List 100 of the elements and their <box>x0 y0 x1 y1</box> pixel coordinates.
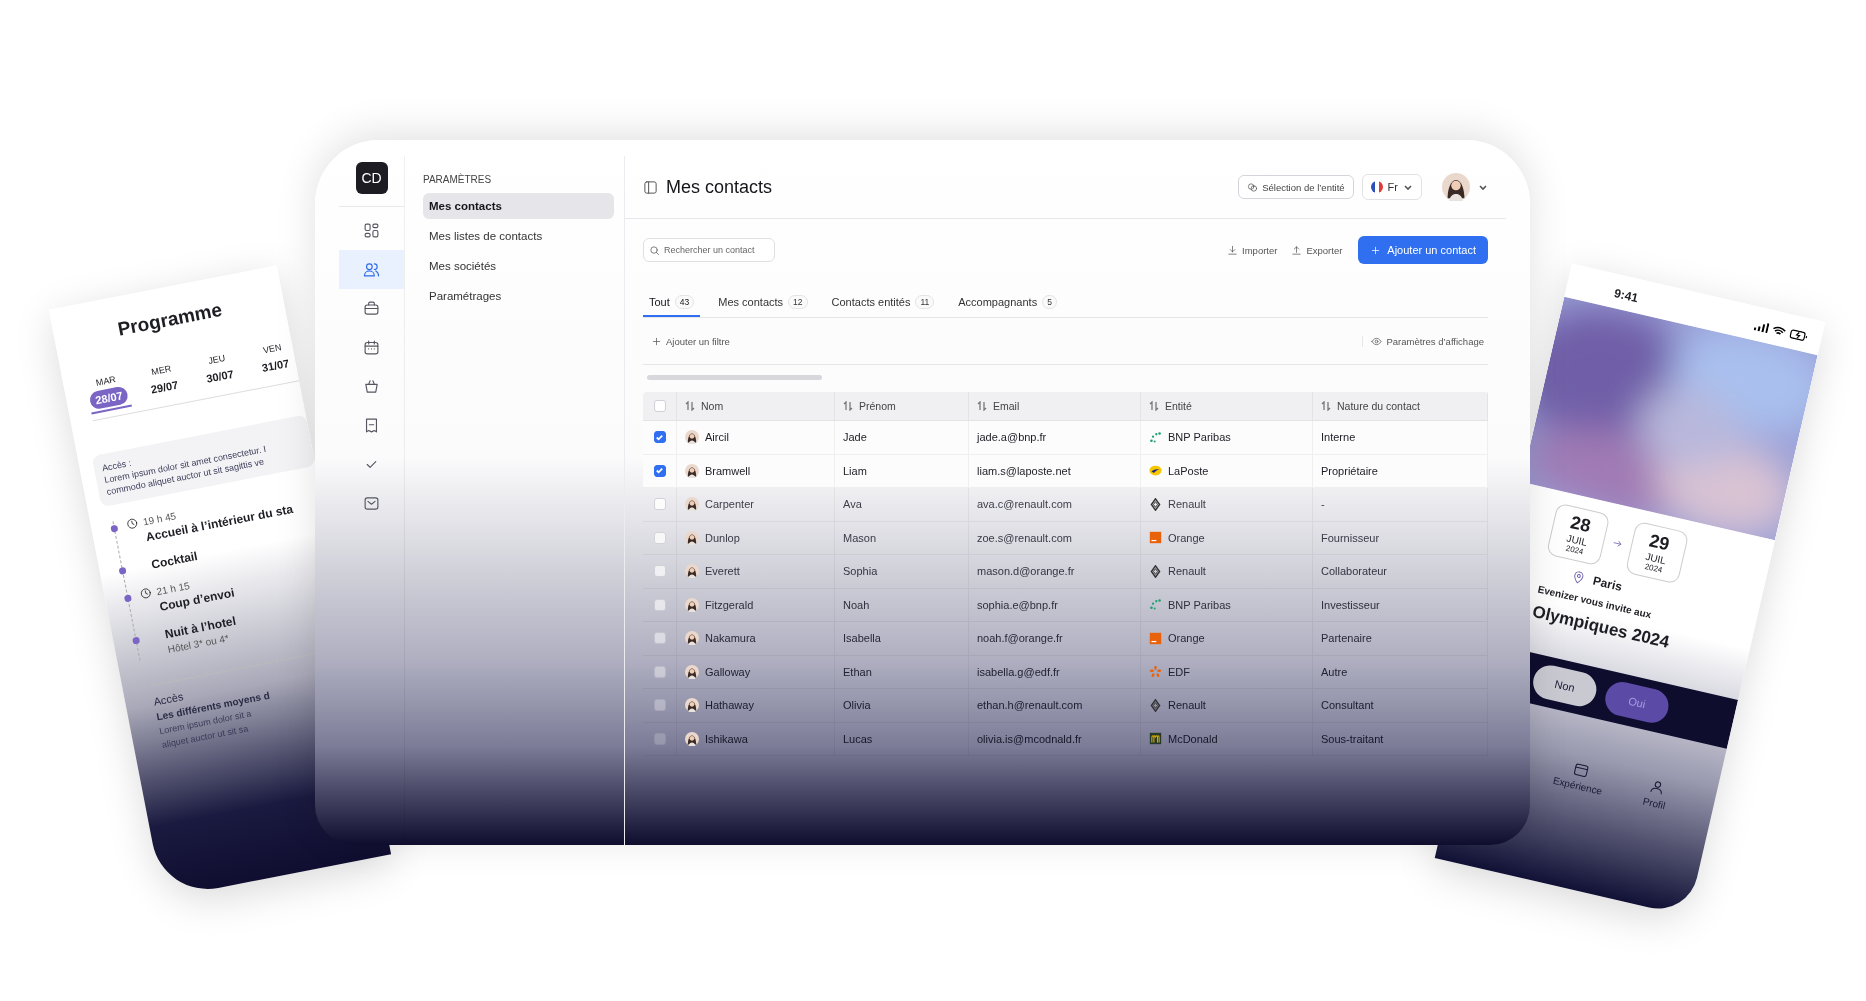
event-location: Paris <box>1591 573 1624 594</box>
table-cell: Fitzgerald <box>705 598 754 611</box>
table-cell: Ethan <box>843 665 872 678</box>
date-tab[interactable]: MER 29/07 <box>140 359 187 404</box>
table-cell: Mason <box>843 531 877 544</box>
table-cell: EDF <box>1168 665 1190 678</box>
screen-title: Programme <box>115 298 224 341</box>
table-cell: zoe.s@renault.com <box>977 531 1072 544</box>
language-dropdown[interactable]: Fr <box>1361 174 1422 200</box>
flower-icon <box>1149 665 1162 679</box>
table-cell: Fournisseur <box>1321 531 1380 544</box>
table-cell: Orange <box>1168 632 1205 645</box>
date-tab[interactable]: VEN 31/07 <box>251 338 298 383</box>
person-icon <box>685 430 699 445</box>
clock-icon <box>138 586 153 601</box>
caret-icon[interactable] <box>1478 182 1488 192</box>
person-icon <box>685 731 699 746</box>
table-cell: Sophia <box>843 565 878 578</box>
checkbox[interactable] <box>653 464 666 477</box>
sidebar-item[interactable]: Paramétrages <box>423 283 614 309</box>
search-field[interactable]: Rechercher un contact <box>643 238 775 262</box>
dots-icon <box>1149 598 1162 612</box>
sort-icon[interactable] <box>977 401 987 411</box>
add-contact-button[interactable]: Ajouter un contact <box>1358 236 1488 264</box>
table-cell: Orange <box>1168 531 1205 544</box>
person-icon <box>685 597 699 612</box>
sort-icon[interactable] <box>1321 401 1331 411</box>
page-title: Mes contacts <box>666 176 773 198</box>
table-cell: Dunlop <box>705 531 740 544</box>
table-cell: Liam <box>843 464 867 477</box>
export-button[interactable]: Exporter <box>1291 244 1343 256</box>
table-cell: sophia.e@bnp.fr <box>977 598 1058 611</box>
diamond-icon <box>1149 564 1162 578</box>
column-header: Email <box>993 400 1020 412</box>
table-cell: Interne <box>1321 431 1356 444</box>
table-cell: isabella.g@edf.fr <box>977 665 1060 678</box>
date-tab[interactable]: JEU 30/07 <box>195 348 243 393</box>
arches-icon <box>1149 732 1162 746</box>
display-settings-button[interactable]: Paramètres d’affichage <box>1371 335 1484 347</box>
event-title: Cocktail <box>150 549 199 573</box>
tab[interactable]: Tout 43 <box>643 289 701 317</box>
tab[interactable]: Mes contacts 12 <box>712 289 814 317</box>
checkbox[interactable] <box>653 431 666 444</box>
flag-icon <box>1370 181 1383 193</box>
sidebar-item[interactable]: Mes contacts <box>423 193 614 219</box>
table-cell: Hathaway <box>705 699 754 712</box>
sidebar-item[interactable]: Mes sociétés <box>423 253 614 279</box>
diamond-icon <box>1149 497 1162 511</box>
table-cell: Investisseur <box>1321 598 1380 611</box>
table-cell: Renault <box>1168 565 1206 578</box>
table-cell: Ava <box>843 498 862 511</box>
table-cell: Jade <box>843 431 867 444</box>
download-icon <box>1227 244 1239 256</box>
table-cell: Renault <box>1168 699 1206 712</box>
table-cell: mason.d@orange.fr <box>977 565 1075 578</box>
table-cell: Lucas <box>843 732 873 745</box>
clock-icon <box>125 517 140 532</box>
table-cell: ethan.h@renault.com <box>977 699 1083 712</box>
table-cell: BNP Paribas <box>1168 431 1231 444</box>
table-cell: Autre <box>1321 665 1348 678</box>
table-cell: Noah <box>843 598 870 611</box>
tab[interactable]: Accompagnants 5 <box>952 289 1063 317</box>
column-header: Prénom <box>859 400 896 412</box>
entity-button[interactable]: Sélection de l’entité <box>1238 175 1354 199</box>
import-button[interactable]: Importer <box>1227 244 1278 256</box>
table-cell: olivia.is@mcodnald.fr <box>977 732 1082 745</box>
eye-icon <box>1371 335 1383 347</box>
caret-icon <box>1403 182 1413 192</box>
upload-icon <box>1291 244 1303 256</box>
square-logo-icon <box>1149 631 1162 645</box>
table-cell: Galloway <box>705 665 751 678</box>
status-time: 9:41 <box>1612 286 1640 306</box>
sidebar-toggle-icon[interactable] <box>643 179 658 195</box>
add-filter-button[interactable]: Ajouter un filtre <box>651 335 730 347</box>
timeline-dot <box>118 567 127 576</box>
table-cell: Partenaire <box>1321 632 1372 645</box>
avatar <box>1442 173 1470 201</box>
tab[interactable]: Contacts entités 11 <box>825 289 941 317</box>
battery-icon <box>1788 328 1809 343</box>
timeline-dot <box>132 636 141 646</box>
event-time: 19 h 45 <box>142 510 177 528</box>
logo-badge: CD <box>355 162 388 194</box>
sort-icon[interactable] <box>843 401 853 411</box>
sidebar-item[interactable]: Mes listes de contacts <box>423 223 614 249</box>
plus-icon <box>1370 244 1382 256</box>
plus-icon <box>651 335 662 347</box>
table-cell: Renault <box>1168 498 1206 511</box>
timeline-dot <box>110 525 119 534</box>
event-time: 21 h 15 <box>155 579 191 598</box>
table-cell: noah.f@orange.fr <box>977 632 1063 645</box>
person-icon <box>685 564 699 579</box>
table-cell: McDonald <box>1168 732 1218 745</box>
linked-circles-icon <box>1247 181 1259 193</box>
people-icon[interactable] <box>339 250 404 289</box>
nav-tab[interactable]: Profil <box>1635 774 1677 814</box>
sort-icon[interactable] <box>1149 401 1159 411</box>
table-cell: - <box>1321 498 1325 511</box>
sort-icon[interactable] <box>685 401 695 411</box>
section-heading: PARAMÈTRES <box>423 174 493 185</box>
dots-icon <box>1149 430 1162 444</box>
